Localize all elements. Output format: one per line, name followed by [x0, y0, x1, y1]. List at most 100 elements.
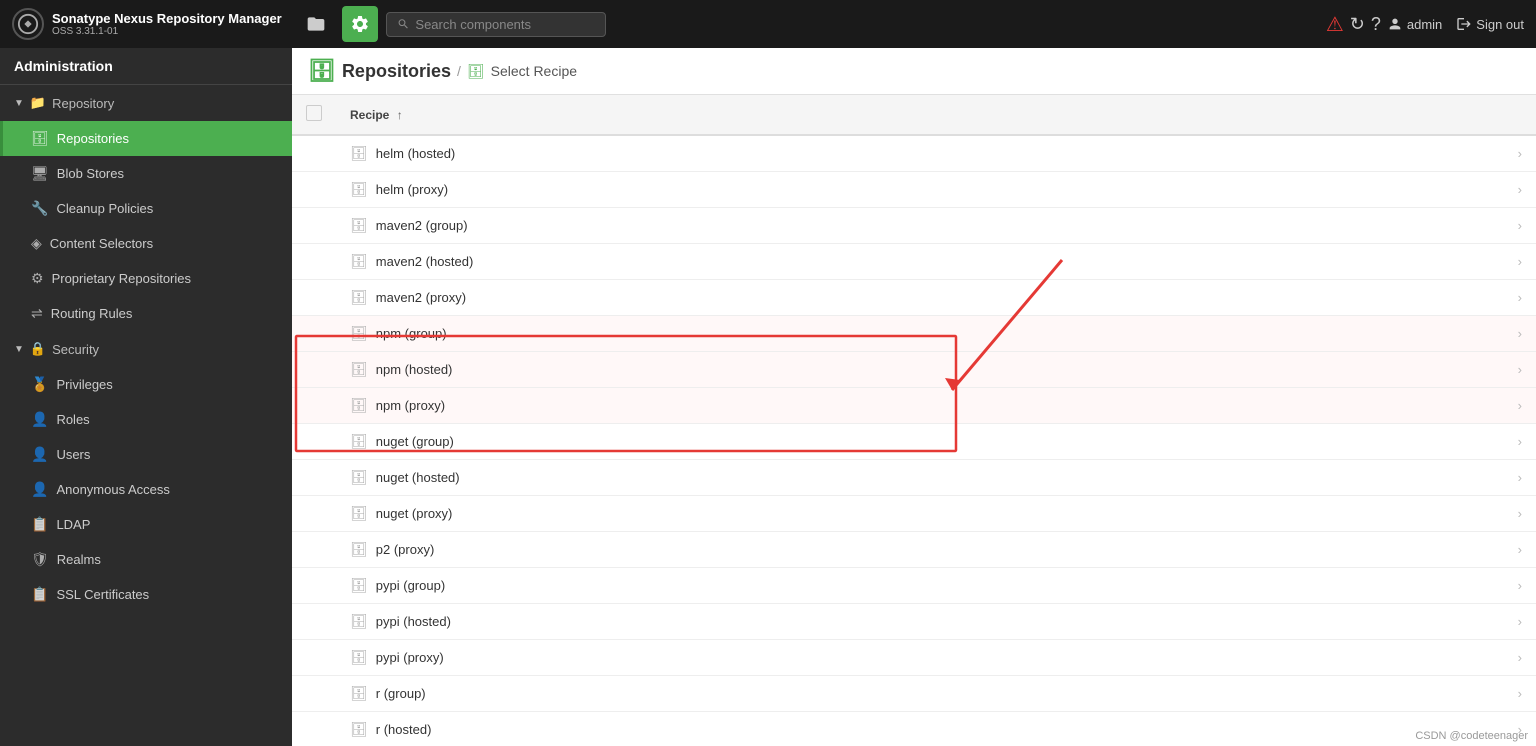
- table-row[interactable]: 🗄 pypi (hosted) ›: [292, 604, 1536, 640]
- app-name: Sonatype Nexus Repository Manager: [52, 11, 282, 27]
- sidebar-item-proprietary-repos[interactable]: ⚙ Proprietary Repositories: [0, 261, 292, 296]
- table-row[interactable]: 🗄 p2 (proxy) ›: [292, 532, 1536, 568]
- row-chevron[interactable]: ›: [1496, 604, 1536, 640]
- db-icon: 🗄: [308, 58, 336, 84]
- search-box[interactable]: [386, 12, 606, 37]
- row-chevron[interactable]: ›: [1496, 460, 1536, 496]
- users-icon: 👤: [31, 446, 48, 463]
- th-recipe[interactable]: Recipe ↑: [336, 95, 1496, 135]
- table-row[interactable]: 🗄 r (hosted) ›: [292, 712, 1536, 746]
- row-name: maven2 (proxy): [376, 290, 466, 305]
- content-area: 🗄 Repositories / 🗄 Select Recipe: [292, 48, 1536, 746]
- row-name-cell: 🗄 nuget (group): [336, 424, 1496, 459]
- row-db-icon: 🗄: [350, 145, 368, 162]
- row-name: nuget (group): [376, 434, 454, 449]
- row-chevron[interactable]: ›: [1496, 388, 1536, 424]
- sidebar-section-security[interactable]: ▼ 🔒 Security: [0, 331, 292, 367]
- table-row[interactable]: 🗄 r (group) ›: [292, 676, 1536, 712]
- table-row[interactable]: 🗄 pypi (proxy) ›: [292, 640, 1536, 676]
- sidebar-item-repositories[interactable]: 🗄 Repositories: [0, 121, 292, 156]
- main-layout: Administration ▼ 📁 Repository 🗄 Reposito…: [0, 48, 1536, 746]
- table-row[interactable]: 🗄 npm (group) ›: [292, 316, 1536, 352]
- row-name-cell: 🗄 maven2 (hosted): [336, 244, 1496, 279]
- admin-button[interactable]: [342, 6, 378, 42]
- row-chevron[interactable]: ›: [1496, 568, 1536, 604]
- row-name-cell: 🗄 helm (proxy): [336, 172, 1496, 207]
- sidebar-header: Administration: [0, 48, 292, 85]
- breadcrumb-title: 🗄 Repositories: [308, 58, 451, 84]
- sidebar-item-roles[interactable]: 👤 Roles: [0, 402, 292, 437]
- table-row[interactable]: 🗄 nuget (hosted) ›: [292, 460, 1536, 496]
- row-chevron[interactable]: ›: [1496, 352, 1536, 388]
- row-chevron[interactable]: ›: [1496, 676, 1536, 712]
- sidebar-item-ssl-certificates[interactable]: 📋 SSL Certificates: [0, 577, 292, 612]
- sidebar-item-label: Repositories: [57, 131, 129, 146]
- sidebar-item-cleanup-policies[interactable]: 🔧 Cleanup Policies: [0, 191, 292, 226]
- table-row[interactable]: 🗄 maven2 (group) ›: [292, 208, 1536, 244]
- table-row[interactable]: 🗄 nuget (group) ›: [292, 424, 1536, 460]
- row-db-icon: 🗄: [350, 433, 368, 450]
- user-menu[interactable]: admin: [1387, 16, 1442, 32]
- table-row[interactable]: 🗄 pypi (group) ›: [292, 568, 1536, 604]
- search-icon: [397, 17, 410, 31]
- row-chevron[interactable]: ›: [1496, 532, 1536, 568]
- refresh-icon[interactable]: ↻: [1350, 14, 1365, 35]
- row-name-cell: 🗄 maven2 (group): [336, 208, 1496, 243]
- sidebar-item-routing-rules[interactable]: ⇌ Routing Rules: [0, 296, 292, 331]
- row-name-cell: 🗄 r (group): [336, 676, 1496, 711]
- sidebar-item-label: Proprietary Repositories: [52, 271, 191, 286]
- row-name: pypi (group): [376, 578, 445, 593]
- row-db-icon: 🗄: [350, 685, 368, 702]
- row-chevron[interactable]: ›: [1496, 135, 1536, 172]
- privileges-icon: 🏅: [31, 376, 48, 393]
- table-row[interactable]: 🗄 nuget (proxy) ›: [292, 496, 1536, 532]
- row-checkbox-cell: [292, 712, 336, 746]
- row-checkbox-cell: [292, 135, 336, 172]
- row-chevron[interactable]: ›: [1496, 424, 1536, 460]
- table-row[interactable]: 🗄 npm (proxy) ›: [292, 388, 1536, 424]
- table-row[interactable]: 🗄 helm (proxy) ›: [292, 172, 1536, 208]
- table-row[interactable]: 🗄 helm (hosted) ›: [292, 135, 1536, 172]
- row-checkbox-cell: [292, 640, 336, 676]
- table-row[interactable]: 🗄 maven2 (proxy) ›: [292, 280, 1536, 316]
- select-all-checkbox[interactable]: [306, 105, 322, 121]
- row-chevron[interactable]: ›: [1496, 208, 1536, 244]
- sidebar-item-users[interactable]: 👤 Users: [0, 437, 292, 472]
- sort-arrow: ↑: [397, 108, 403, 122]
- row-chevron[interactable]: ›: [1496, 496, 1536, 532]
- search-input[interactable]: [415, 17, 594, 32]
- arrow-icon: ▼: [14, 98, 24, 109]
- row-chevron[interactable]: ›: [1496, 244, 1536, 280]
- row-name-cell: 🗄 helm (hosted): [336, 136, 1496, 171]
- table-row[interactable]: 🗄 npm (hosted) ›: [292, 352, 1536, 388]
- table-row[interactable]: 🗄 maven2 (hosted) ›: [292, 244, 1536, 280]
- section-label: Repository: [52, 96, 114, 111]
- sidebar-item-blob-stores[interactable]: 🖥 Blob Stores: [0, 156, 292, 191]
- sidebar-section-repository[interactable]: ▼ 📁 Repository: [0, 85, 292, 121]
- sidebar-item-privileges[interactable]: 🏅 Privileges: [0, 367, 292, 402]
- user-icon: [1387, 16, 1403, 32]
- content-selectors-icon: ◈: [31, 235, 42, 252]
- sidebar-item-content-selectors[interactable]: ◈ Content Selectors: [0, 226, 292, 261]
- row-checkbox-cell: [292, 244, 336, 280]
- content-header: 🗄 Repositories / 🗄 Select Recipe: [292, 48, 1536, 95]
- table-container: Recipe ↑ 🗄 helm (hosted) › 🗄 helm (proxy…: [292, 95, 1536, 746]
- row-chevron[interactable]: ›: [1496, 640, 1536, 676]
- row-chevron[interactable]: ›: [1496, 172, 1536, 208]
- signout-button[interactable]: Sign out: [1456, 16, 1524, 32]
- sidebar-item-ldap[interactable]: 📋 LDAP: [0, 507, 292, 542]
- signout-icon: [1456, 16, 1472, 32]
- sidebar-item-realms[interactable]: 🛡 Realms: [0, 542, 292, 577]
- alert-icon[interactable]: ⚠: [1326, 12, 1344, 37]
- row-checkbox-cell: [292, 424, 336, 460]
- sidebar-item-label: Realms: [57, 552, 101, 567]
- sidebar-item-label: SSL Certificates: [56, 587, 149, 602]
- sidebar-item-anonymous-access[interactable]: 👤 Anonymous Access: [0, 472, 292, 507]
- row-name-cell: 🗄 maven2 (proxy): [336, 280, 1496, 315]
- row-chevron[interactable]: ›: [1496, 280, 1536, 316]
- help-icon[interactable]: ?: [1371, 14, 1381, 35]
- user-label: admin: [1407, 17, 1442, 32]
- browse-button[interactable]: [298, 6, 334, 42]
- th-checkbox[interactable]: [292, 95, 336, 135]
- row-chevron[interactable]: ›: [1496, 316, 1536, 352]
